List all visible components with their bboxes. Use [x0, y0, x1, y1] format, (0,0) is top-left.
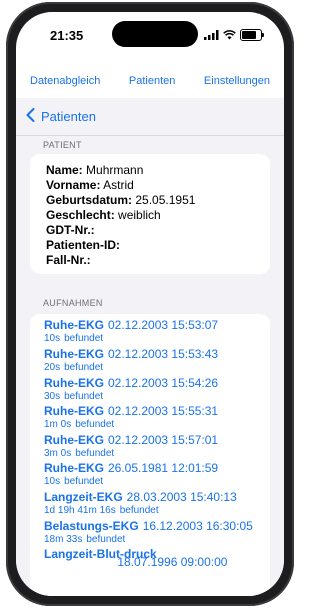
status-bar: 21:35: [16, 12, 284, 60]
top-navigation: Datenabgleich Patienten Einstellungen: [16, 66, 284, 96]
section-header-recordings: AUFNAHMEN: [43, 298, 103, 308]
tab-patienten[interactable]: Patienten: [129, 75, 175, 87]
chevron-left-icon: [26, 108, 35, 125]
recording-item[interactable]: Ruhe-EKG 02.12.2003 15:57:01 3m 0s befunde…: [44, 433, 264, 459]
field-vorname: Vorname: Astrid: [46, 178, 134, 192]
battery-icon: [240, 29, 264, 41]
recording-item[interactable]: Langzeit-EKG 28.03.2003 15:40:13 1d 19h 4…: [44, 490, 264, 516]
recording-item[interactable]: Ruhe-EKG 26.05.1981 12:01:59 10s befundet: [44, 461, 264, 487]
recording-item[interactable]: Ruhe-EKG 02.12.2003 15:54:26 30s befundet: [44, 376, 264, 402]
wifi-icon: [223, 30, 236, 40]
status-time: 21:35: [50, 28, 84, 43]
field-geburtsdatum: Geburtsdatum: 25.05.1951: [46, 193, 196, 207]
patient-card: Name: Muhrmann Vorname: Astrid Geburtsda…: [30, 154, 270, 274]
field-gdt-nr: GDT-Nr.:: [46, 223, 95, 237]
field-geschlecht: Geschlecht: weiblich: [46, 208, 161, 222]
field-fall-nr: Fall-Nr.:: [46, 253, 91, 267]
section-header-patient: PATIENT: [43, 140, 82, 150]
recording-item[interactable]: Ruhe-EKG 02.12.2003 15:53:07 10s befundet: [44, 318, 264, 344]
tab-datenabgleich[interactable]: Datenabgleich: [30, 75, 100, 87]
recording-item[interactable]: Ruhe-EKG 02.12.2003 15:55:31 1m 0s befunde…: [44, 404, 264, 430]
recording-item[interactable]: Belastungs-EKG 16.12.2003 16:30:05 18m 33…: [44, 519, 264, 545]
content-area: Patienten PATIENT Name: Muhrmann Vorname…: [16, 98, 284, 596]
dynamic-island: [112, 21, 198, 47]
status-icons: [204, 29, 264, 41]
field-name: Name: Muhrmann: [46, 163, 144, 177]
tab-einstellungen[interactable]: Einstellungen: [204, 75, 270, 87]
recording-item[interactable]: Ruhe-EKG 02.12.2003 15:53:43 20s befundet: [44, 347, 264, 373]
back-button[interactable]: Patienten: [16, 98, 284, 136]
phone-frame: 21:35 Datenabgleich Patienten Einstellun…: [6, 2, 294, 606]
field-patienten-id: Patienten-ID:: [46, 238, 121, 252]
screen: 21:35 Datenabgleich Patienten Einstellun…: [16, 12, 284, 596]
recording-item[interactable]: Langzeit-Blut-druck 18.07.1996 09:00:00: [44, 547, 264, 569]
recordings-card: Ruhe-EKG 02.12.2003 15:53:07 10s befundet …: [30, 314, 270, 596]
signal-icon: [204, 30, 219, 40]
back-label: Patienten: [41, 109, 96, 124]
